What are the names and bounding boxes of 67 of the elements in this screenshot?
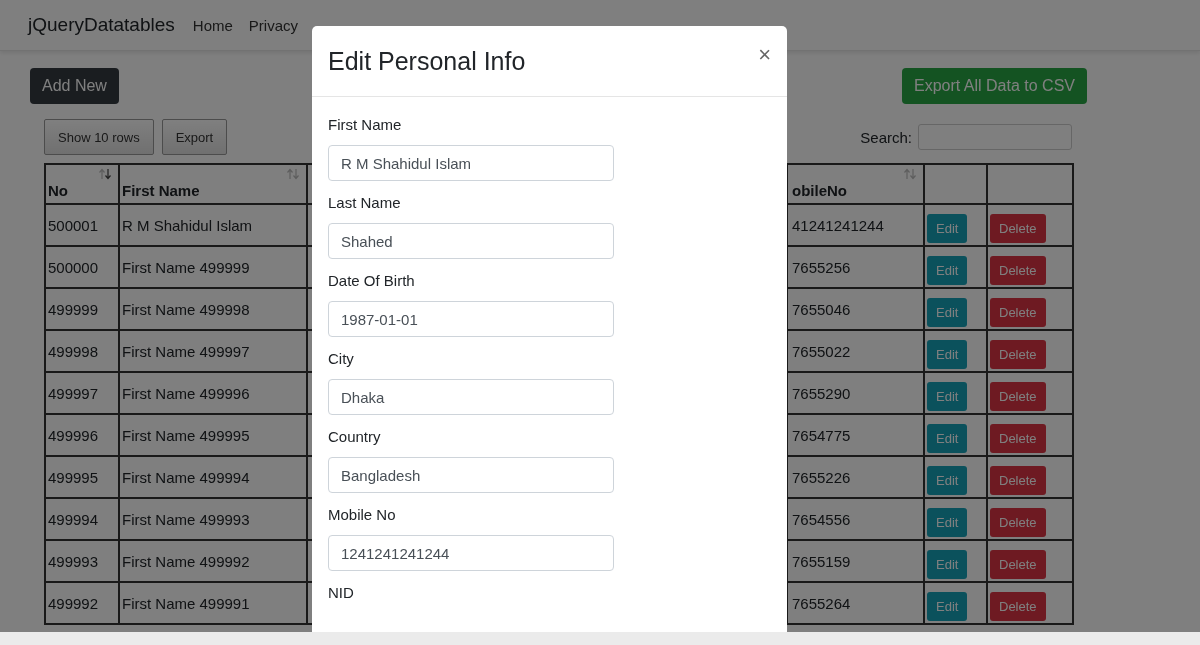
table-cell: First Name 499998 [119,288,307,330]
edit-button[interactable]: Edit [927,381,968,411]
table-cell: First Name 499994 [119,456,307,498]
table-cell: 499996 [45,414,119,456]
table-cell: First Name 499992 [119,540,307,582]
table-cell: First Name 499993 [119,498,307,540]
edit-button[interactable]: Edit [927,423,968,453]
export-csv-button[interactable]: Export All Data to CSV [902,68,1087,104]
table-tool-button[interactable]: Show 10 rows [44,119,154,155]
delete-button[interactable]: Delete [990,297,1046,327]
nav-link[interactable]: Privacy [248,16,298,34]
close-button[interactable]: × [758,42,771,68]
edit-button[interactable]: Edit [927,339,968,369]
delete-button[interactable]: Delete [990,465,1046,495]
delete-button[interactable]: Delete [990,507,1046,537]
field-label: Date Of Birth [328,271,416,291]
field-label: First Name [328,115,403,135]
edit-button[interactable]: Edit [927,507,968,537]
input-field[interactable]: Dhaka [328,379,614,415]
field-label: NID [328,583,355,603]
table-cell: 499992 [45,582,119,624]
delete-button[interactable]: Delete [990,423,1046,453]
table-cell: First Name 499999 [119,246,307,288]
column-header[interactable]: No [45,164,119,204]
table-cell: First Name 499995 [119,414,307,456]
edit-button[interactable]: Edit [927,591,968,621]
brand-link[interactable]: jQueryDatatables [28,14,175,36]
edit-button[interactable]: Edit [927,549,968,579]
edit-button[interactable]: Edit [927,213,968,243]
edit-button[interactable]: Edit [927,297,968,327]
delete-button[interactable]: Delete [990,381,1046,411]
edit-button[interactable]: Edit [927,465,968,495]
field-label: Country [328,427,382,447]
nav-link[interactable]: Home [192,16,233,34]
table-cell: 499999 [45,288,119,330]
column-header[interactable]: First Name [119,164,307,204]
column-header[interactable]: obileNo [787,164,924,204]
input-field[interactable]: R M Shahidul Islam [328,145,614,181]
input-field[interactable]: 1241241241244 [328,535,614,571]
table-tool-button[interactable]: Export [161,119,228,155]
table-cell: First Name 499996 [119,372,307,414]
field-label: Last Name [328,193,402,213]
table-cell: 500000 [45,246,119,288]
delete-button[interactable]: Delete [990,339,1046,369]
table-cell: 499994 [45,498,119,540]
input-field[interactable]: 1987-01-01 [328,301,614,337]
table-cell: 499998 [45,330,119,372]
field-label: City [328,349,355,369]
table-cell: First Name 499997 [119,330,307,372]
dialog-title: Edit Personal Info [328,46,526,76]
delete-button[interactable]: Delete [990,213,1046,243]
field-label: Mobile No [328,505,397,525]
table-cell: R M Shahidul Islam [119,204,307,246]
delete-button[interactable]: Delete [990,591,1046,621]
delete-button[interactable]: Delete [990,549,1046,579]
add-new-button[interactable]: Add New [30,68,119,104]
search-label: Search: [860,128,912,146]
delete-button[interactable]: Delete [990,255,1046,285]
table-cell: 499997 [45,372,119,414]
table-cell: 500001 [45,204,119,246]
table-cell: 499995 [45,456,119,498]
input-field[interactable]: Bangladesh [328,457,614,493]
table-cell: 499993 [45,540,119,582]
table-cell: First Name 499991 [119,582,307,624]
search-field[interactable] [918,124,1072,150]
edit-button[interactable]: Edit [927,255,968,285]
input-field[interactable]: Shahed [328,223,614,259]
